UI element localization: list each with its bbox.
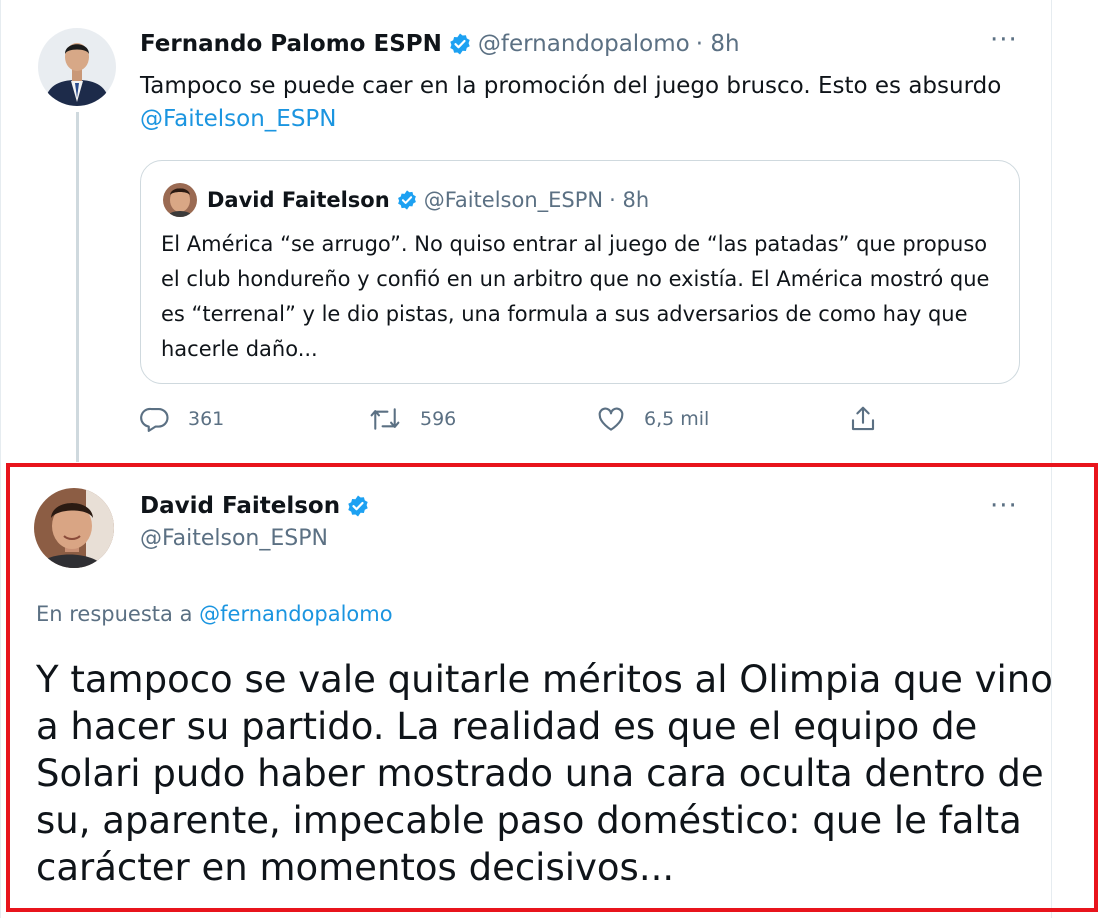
avatar-david-faitelson[interactable] xyxy=(34,488,114,568)
more-icon[interactable]: ··· xyxy=(990,493,1018,519)
heart-icon xyxy=(596,404,644,434)
verified-badge-icon xyxy=(346,494,370,518)
tweet-body: Tampoco se puede caer en la promoción de… xyxy=(140,73,1002,99)
verified-badge-icon xyxy=(448,32,472,56)
retweet-icon xyxy=(368,404,420,434)
like-button[interactable]: 6,5 mil xyxy=(596,404,709,434)
reply-button[interactable]: 361 xyxy=(140,404,224,434)
retweet-button[interactable]: 596 xyxy=(368,404,456,434)
reply-to-handle-link[interactable]: @fernandopalomo xyxy=(199,602,392,626)
reply-author-handle[interactable]: @Faitelson_ESPN xyxy=(140,526,328,551)
quoted-tweet-header: David Faitelson @Faitelson_ESPN · 8h xyxy=(207,185,649,215)
quoted-tweet-time[interactable]: · 8h xyxy=(609,188,649,212)
reply-context: En respuesta a @fernandopalomo xyxy=(36,602,393,626)
quoted-tweet-card[interactable]: David Faitelson @Faitelson_ESPN · 8h El … xyxy=(140,160,1020,384)
quoted-author-name[interactable]: David Faitelson xyxy=(207,188,390,212)
author-handle[interactable]: @fernandopalomo xyxy=(478,31,690,57)
reply-author-name[interactable]: David Faitelson xyxy=(140,493,340,519)
share-icon xyxy=(848,404,896,434)
thread-connector-line xyxy=(76,112,79,462)
avatar-david-faitelson-small[interactable] xyxy=(163,183,197,217)
mention-link[interactable]: @Faitelson_ESPN xyxy=(140,106,337,132)
like-count: 6,5 mil xyxy=(644,408,710,430)
reply-author-row: David Faitelson xyxy=(140,490,376,522)
timeline-left-border xyxy=(0,0,1,918)
tweet-actions: 361 596 6,5 mil xyxy=(140,404,900,444)
share-button[interactable] xyxy=(848,404,896,434)
quoted-tweet-text: El América “se arrugo”. No quiso entrar … xyxy=(161,232,990,361)
tweet-time[interactable]: · 8h xyxy=(696,31,740,57)
more-icon[interactable]: ··· xyxy=(990,27,1018,53)
retweet-count: 596 xyxy=(420,408,457,430)
reply-count: 361 xyxy=(188,408,225,430)
quoted-author-handle[interactable]: @Faitelson_ESPN xyxy=(424,188,603,212)
tweet-text: Tampoco se puede caer en la promoción de… xyxy=(140,70,1020,136)
avatar-fernando-palomo[interactable] xyxy=(38,28,116,106)
parent-tweet-header: Fernando Palomo ESPN @fernandopalomo · 8… xyxy=(140,28,740,60)
author-name[interactable]: Fernando Palomo ESPN xyxy=(140,31,442,57)
reply-icon xyxy=(140,404,188,434)
verified-badge-icon xyxy=(396,189,418,211)
reply-tweet-text: Y tampoco se vale quitarle méritos al Ol… xyxy=(36,658,1053,889)
reply-to-prefix: En respuesta a xyxy=(36,602,193,626)
